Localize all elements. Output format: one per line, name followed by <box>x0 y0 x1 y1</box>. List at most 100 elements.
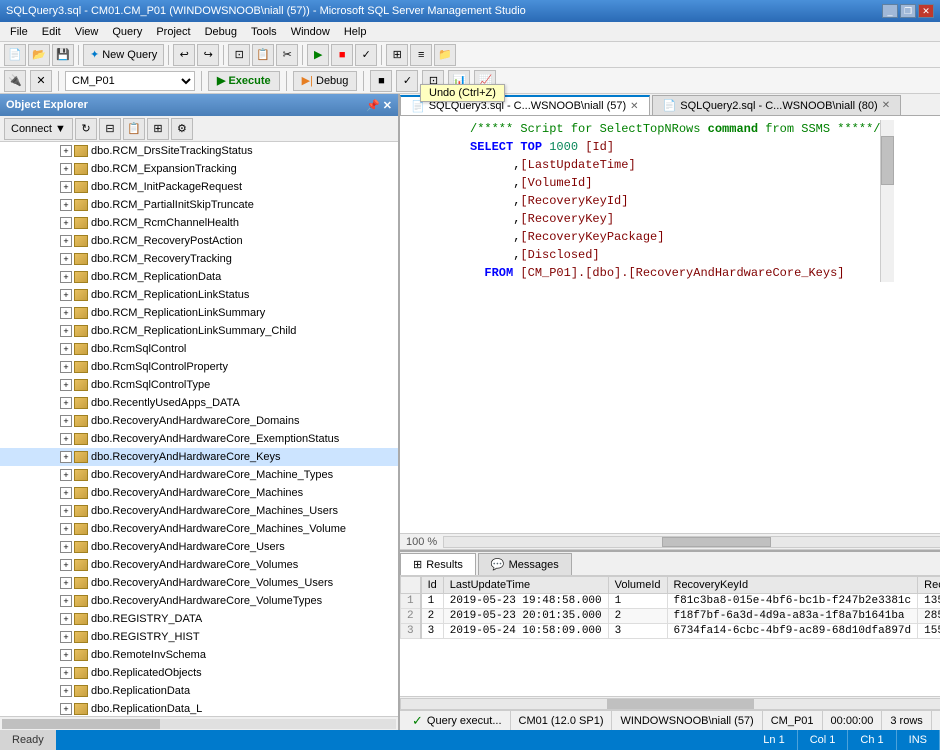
expand-icon[interactable]: + <box>60 253 72 265</box>
expand-icon[interactable]: + <box>60 217 72 229</box>
expand-icon[interactable]: + <box>60 487 72 499</box>
undo-button[interactable]: ↩ <box>173 44 195 66</box>
menu-file[interactable]: File <box>4 24 34 40</box>
connect-button[interactable]: 🔌 <box>4 70 26 92</box>
expand-icon[interactable]: + <box>60 163 72 175</box>
menu-project[interactable]: Project <box>150 24 196 40</box>
expand-icon[interactable]: + <box>60 523 72 535</box>
tree-item[interactable]: + dbo.ReplicationData_L <box>0 700 398 716</box>
results-table-container[interactable]: Id LastUpdateTime VolumeId RecoveryKeyId… <box>400 576 940 696</box>
run-button[interactable]: ▶ <box>307 44 329 66</box>
close-button[interactable]: ✕ <box>918 4 934 18</box>
tree-item[interactable]: + dbo.RecoveryAndHardwareCore_Volumes <box>0 556 398 574</box>
menu-debug[interactable]: Debug <box>199 24 243 40</box>
tree-item[interactable]: + dbo.RCM_RcmChannelHealth <box>0 214 398 232</box>
cancel-execute-button[interactable]: ■ <box>370 70 392 92</box>
tree-item[interactable]: + dbo.RcmSqlControlProperty <box>0 358 398 376</box>
expand-icon[interactable]: + <box>60 361 72 373</box>
menu-view[interactable]: View <box>69 24 105 40</box>
tree-item[interactable]: + dbo.RecoveryAndHardwareCore_Machine_Ty… <box>0 466 398 484</box>
expand-icon[interactable]: + <box>60 649 72 661</box>
grid-results-button[interactable]: ⊞ <box>386 44 408 66</box>
tree-item[interactable]: + dbo.REGISTRY_HIST <box>0 628 398 646</box>
tree-item[interactable]: + dbo.RCM_ReplicationLinkSummary <box>0 304 398 322</box>
expand-icon[interactable]: + <box>60 613 72 625</box>
new-query-button[interactable]: ✦ New Query <box>83 44 164 66</box>
tree-item[interactable]: + dbo.RecoveryAndHardwareCore_Keys <box>0 448 398 466</box>
expand-icon[interactable]: + <box>60 379 72 391</box>
expand-icon[interactable]: + <box>60 685 72 697</box>
tree-item[interactable]: + dbo.ReplicatedObjects <box>0 664 398 682</box>
paste-button[interactable]: 📋 <box>252 44 274 66</box>
oe-hscroll[interactable] <box>0 716 398 730</box>
expand-icon[interactable]: + <box>60 631 72 643</box>
tree-item[interactable]: + dbo.RCM_InitPackageRequest <box>0 178 398 196</box>
tree-item[interactable]: + dbo.RecentlyUsedApps_DATA <box>0 394 398 412</box>
expand-icon[interactable]: + <box>60 433 72 445</box>
results-tab-results[interactable]: ⊞ Results <box>400 553 476 575</box>
tree-item[interactable]: + dbo.RCM_RecoveryPostAction <box>0 232 398 250</box>
tree-item[interactable]: + dbo.RCM_ExpansionTracking <box>0 160 398 178</box>
parse-query-button[interactable]: ✓ <box>396 70 418 92</box>
parse-button[interactable]: ✓ <box>355 44 377 66</box>
query-editor[interactable]: /***** Script for SelectTopNRows command… <box>400 116 940 534</box>
oe-connect-button[interactable]: Connect ▼ <box>4 118 73 140</box>
tree-item[interactable]: + dbo.RCM_PartialInitSkipTruncate <box>0 196 398 214</box>
tree-item[interactable]: + dbo.RecoveryAndHardwareCore_Domains <box>0 412 398 430</box>
cut-button[interactable]: ✂ <box>276 44 298 66</box>
tree-item[interactable]: + dbo.RecoveryAndHardwareCore_Machines_U… <box>0 502 398 520</box>
expand-icon[interactable]: + <box>60 271 72 283</box>
tab-sqlquery3-close[interactable]: ✕ <box>630 101 638 112</box>
tree-item[interactable]: + dbo.RCM_DrsSiteTrackingStatus <box>0 142 398 160</box>
tab-sqlquery2-close[interactable]: ✕ <box>882 100 890 111</box>
oe-collapse-button[interactable]: ⊞ <box>147 118 169 140</box>
disconnect-button[interactable]: ✕ <box>30 70 52 92</box>
expand-icon[interactable]: + <box>60 667 72 679</box>
minimize-button[interactable]: _ <box>882 4 898 18</box>
stop-button[interactable]: ■ <box>331 44 353 66</box>
oe-properties-button[interactable]: ⚙ <box>171 118 193 140</box>
expand-icon[interactable]: + <box>60 559 72 571</box>
tab-sqlquery2[interactable]: 📄 SQLQuery2.sql - C...WSNOOB\niall (80) … <box>652 95 902 115</box>
expand-icon[interactable]: + <box>60 181 72 193</box>
tree-item[interactable]: + dbo.RemoteInvSchema <box>0 646 398 664</box>
restore-button[interactable]: ❐ <box>900 4 916 18</box>
tree-item[interactable]: + dbo.RCM_ReplicationData <box>0 268 398 286</box>
expand-icon[interactable]: + <box>60 577 72 589</box>
expand-icon[interactable]: + <box>60 145 72 157</box>
tree-item[interactable]: + dbo.RcmSqlControlType <box>0 376 398 394</box>
expand-icon[interactable]: + <box>60 505 72 517</box>
results-hscroll[interactable] <box>400 696 940 710</box>
tree-item[interactable]: + dbo.RecoveryAndHardwareCore_Users <box>0 538 398 556</box>
expand-icon[interactable]: + <box>60 595 72 607</box>
debug-button[interactable]: ▶| Debug <box>293 71 358 91</box>
menu-query[interactable]: Query <box>106 24 148 40</box>
oe-refresh-button[interactable]: ↻ <box>75 118 97 140</box>
expand-icon[interactable]: + <box>60 415 72 427</box>
expand-icon[interactable]: + <box>60 199 72 211</box>
new-file-button[interactable]: 📄 <box>4 44 26 66</box>
expand-icon[interactable]: + <box>60 235 72 247</box>
tree-item[interactable]: + dbo.ReplicationData <box>0 682 398 700</box>
text-results-button[interactable]: ≡ <box>410 44 432 66</box>
expand-icon[interactable]: + <box>60 469 72 481</box>
save-button[interactable]: 💾 <box>52 44 74 66</box>
tree-item[interactable]: + dbo.RecoveryAndHardwareCore_Machines <box>0 484 398 502</box>
tree-item[interactable]: + dbo.RCM_ReplicationLinkSummary_Child <box>0 322 398 340</box>
tree-item[interactable]: + dbo.RecoveryAndHardwareCore_ExemptionS… <box>0 430 398 448</box>
editor-vscroll[interactable] <box>880 120 894 282</box>
tree-item[interactable]: + dbo.RecoveryAndHardwareCore_VolumeType… <box>0 592 398 610</box>
menu-help[interactable]: Help <box>338 24 373 40</box>
tree-item[interactable]: + dbo.REGISTRY_DATA <box>0 610 398 628</box>
file-results-button[interactable]: 📁 <box>434 44 456 66</box>
editor-hscroll[interactable] <box>443 536 940 548</box>
expand-icon[interactable]: + <box>60 325 72 337</box>
expand-icon[interactable]: + <box>60 703 72 715</box>
oe-report-button[interactable]: 📋 <box>123 118 145 140</box>
database-selector[interactable]: CM_P01 <box>65 71 195 91</box>
expand-icon[interactable]: + <box>60 541 72 553</box>
menu-window[interactable]: Window <box>285 24 336 40</box>
execute-button[interactable]: ▶ Execute <box>208 71 280 91</box>
tree-item[interactable]: + dbo.RecoveryAndHardwareCore_Machines_V… <box>0 520 398 538</box>
expand-icon[interactable]: + <box>60 289 72 301</box>
